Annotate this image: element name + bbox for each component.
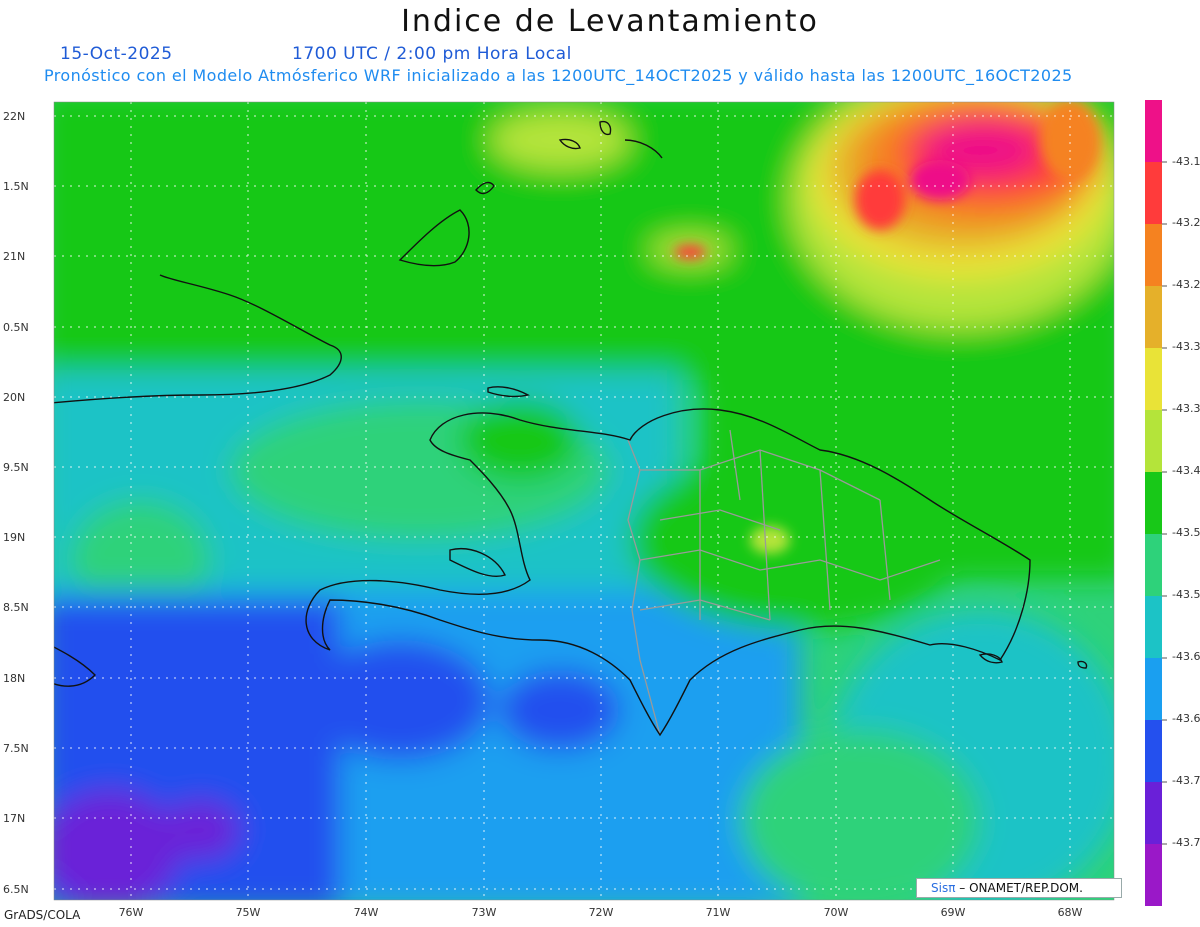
colorbar-label: -43.1 bbox=[1172, 155, 1200, 168]
lat-label: 7.5N bbox=[3, 742, 29, 755]
credit-box: Sisπ – ONAMET/REP.DOM. bbox=[916, 878, 1122, 898]
colorbar-label: -43.6 bbox=[1172, 650, 1200, 663]
colorbar-swatch bbox=[1145, 348, 1162, 410]
lat-label: 21N bbox=[3, 250, 26, 263]
sispi-logo: Sisπ bbox=[931, 881, 956, 895]
lon-label: 76W bbox=[118, 906, 144, 919]
colorbar-label: -43.3 bbox=[1172, 340, 1200, 353]
lat-label: 8.5N bbox=[3, 601, 29, 614]
lifted-index-map bbox=[53, 100, 1167, 906]
colorbar-label: -43.2 bbox=[1172, 216, 1200, 229]
colorbar-swatch bbox=[1145, 224, 1162, 286]
colorbar-label: -43.3 bbox=[1172, 402, 1200, 415]
colorbar-label: -43.6 bbox=[1172, 712, 1200, 725]
lon-label: 73W bbox=[471, 906, 497, 919]
lon-label: 72W bbox=[588, 906, 614, 919]
lat-label: 20N bbox=[3, 391, 26, 404]
lat-label: 1.5N bbox=[3, 180, 29, 193]
colorbar-swatch bbox=[1145, 658, 1162, 720]
lon-label: 75W bbox=[235, 906, 261, 919]
lon-label: 69W bbox=[940, 906, 966, 919]
colorbar-swatch bbox=[1145, 162, 1162, 224]
colorbar-swatch bbox=[1145, 472, 1162, 534]
lon-label: 71W bbox=[705, 906, 731, 919]
lat-label: 19N bbox=[3, 531, 26, 544]
grads-footer: GrADS/COLA bbox=[4, 908, 81, 922]
lat-label: 6.5N bbox=[3, 883, 29, 896]
colorbar-label: -43.5 bbox=[1172, 588, 1200, 601]
colorbar-swatch bbox=[1145, 782, 1162, 844]
colorbar-swatch bbox=[1145, 844, 1162, 906]
colorbar-label: -43.4 bbox=[1172, 464, 1200, 477]
colorbar-swatch bbox=[1145, 534, 1162, 596]
lat-label: 18N bbox=[3, 672, 26, 685]
colorbar-swatch bbox=[1145, 596, 1162, 658]
colorbar-swatch bbox=[1145, 720, 1162, 782]
colorbar-label: -43.7 bbox=[1172, 836, 1200, 849]
colorbar-swatch bbox=[1145, 286, 1162, 348]
colorbar-swatch bbox=[1145, 410, 1162, 472]
lat-label: 9.5N bbox=[3, 461, 29, 474]
contour-field bbox=[54, 102, 1114, 900]
lon-label: 70W bbox=[823, 906, 849, 919]
lat-label: 22N bbox=[3, 110, 26, 123]
credit-text: – ONAMET/REP.DOM. bbox=[959, 881, 1083, 895]
colorbar-label: -43.2 bbox=[1172, 278, 1200, 291]
lon-label: 74W bbox=[353, 906, 379, 919]
colorbar-label: -43.7 bbox=[1172, 774, 1200, 787]
lon-label: 68W bbox=[1057, 906, 1083, 919]
lat-label: 0.5N bbox=[3, 321, 29, 334]
colorbar bbox=[1145, 100, 1167, 906]
colorbar-label: -43.5 bbox=[1172, 526, 1200, 539]
lat-label: 17N bbox=[3, 812, 26, 825]
colorbar-swatch bbox=[1145, 100, 1162, 162]
